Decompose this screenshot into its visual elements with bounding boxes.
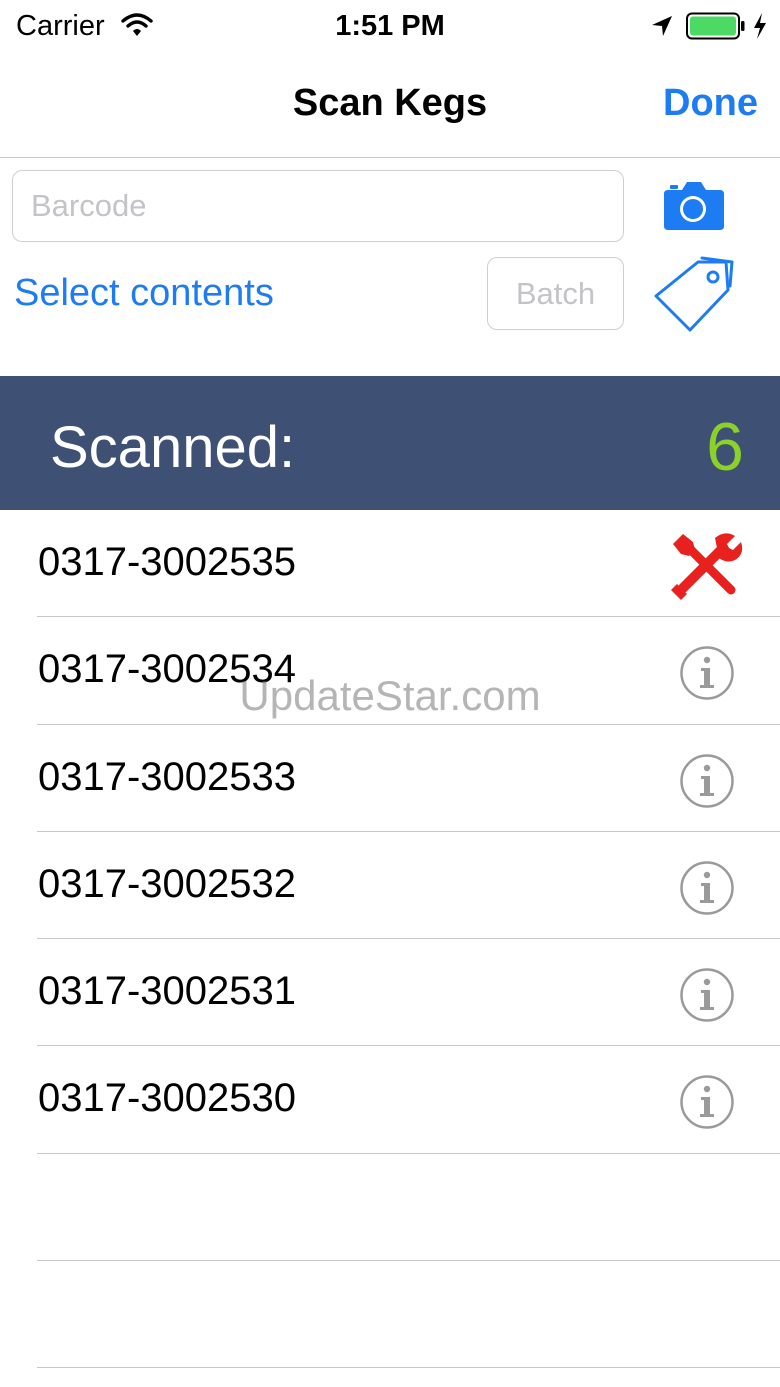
scanned-label: Scanned: — [50, 415, 296, 480]
empty-row — [0, 1154, 780, 1262]
info-icon[interactable] — [679, 753, 735, 814]
list-item[interactable]: 0317-3002530 — [0, 1046, 780, 1155]
keg-code: 0317-3002533 — [38, 754, 297, 799]
batch-input[interactable]: Batch — [487, 257, 624, 330]
keg-code: 0317-3002531 — [38, 969, 297, 1014]
done-button[interactable]: Done — [663, 82, 758, 125]
barcode-input[interactable]: Barcode — [12, 170, 624, 242]
keg-code: 0317-3002535 — [38, 540, 297, 584]
empty-row — [0, 1261, 780, 1369]
tag-icon[interactable] — [652, 256, 734, 343]
info-icon[interactable] — [679, 645, 735, 706]
list-item[interactable]: 0317-3002535 — [0, 510, 780, 618]
info-icon[interactable] — [679, 860, 735, 921]
battery-icon — [686, 12, 746, 45]
list-item[interactable]: 0317-3002533 — [0, 725, 780, 833]
camera-icon[interactable] — [662, 180, 726, 237]
location-arrow-icon — [650, 14, 674, 43]
charging-bolt-icon — [752, 12, 768, 45]
keg-code: 0317-3002532 — [38, 861, 297, 906]
list-item[interactable]: 0317-3002532 — [0, 832, 780, 940]
info-icon[interactable] — [679, 967, 735, 1028]
select-contents-link[interactable]: Select contents — [14, 272, 274, 315]
scanned-banner: Scanned: 6 — [0, 376, 780, 510]
list-item[interactable]: 0317-3002531 — [0, 939, 780, 1047]
repair-tools-icon[interactable] — [669, 528, 743, 607]
navigation-bar: Scan Kegs Done — [0, 54, 780, 158]
keg-list: 0317-3002535 0317-3002534 0317-3002533 0… — [0, 510, 780, 1369]
list-item[interactable]: 0317-3002534 — [0, 617, 780, 725]
status-bar: Carrier 1:51 PM — [0, 0, 780, 54]
keg-code: 0317-3002534 — [38, 647, 297, 692]
keg-code: 0317-3002530 — [38, 1076, 297, 1121]
info-icon[interactable] — [679, 1074, 735, 1135]
scanned-count: 6 — [706, 409, 744, 485]
